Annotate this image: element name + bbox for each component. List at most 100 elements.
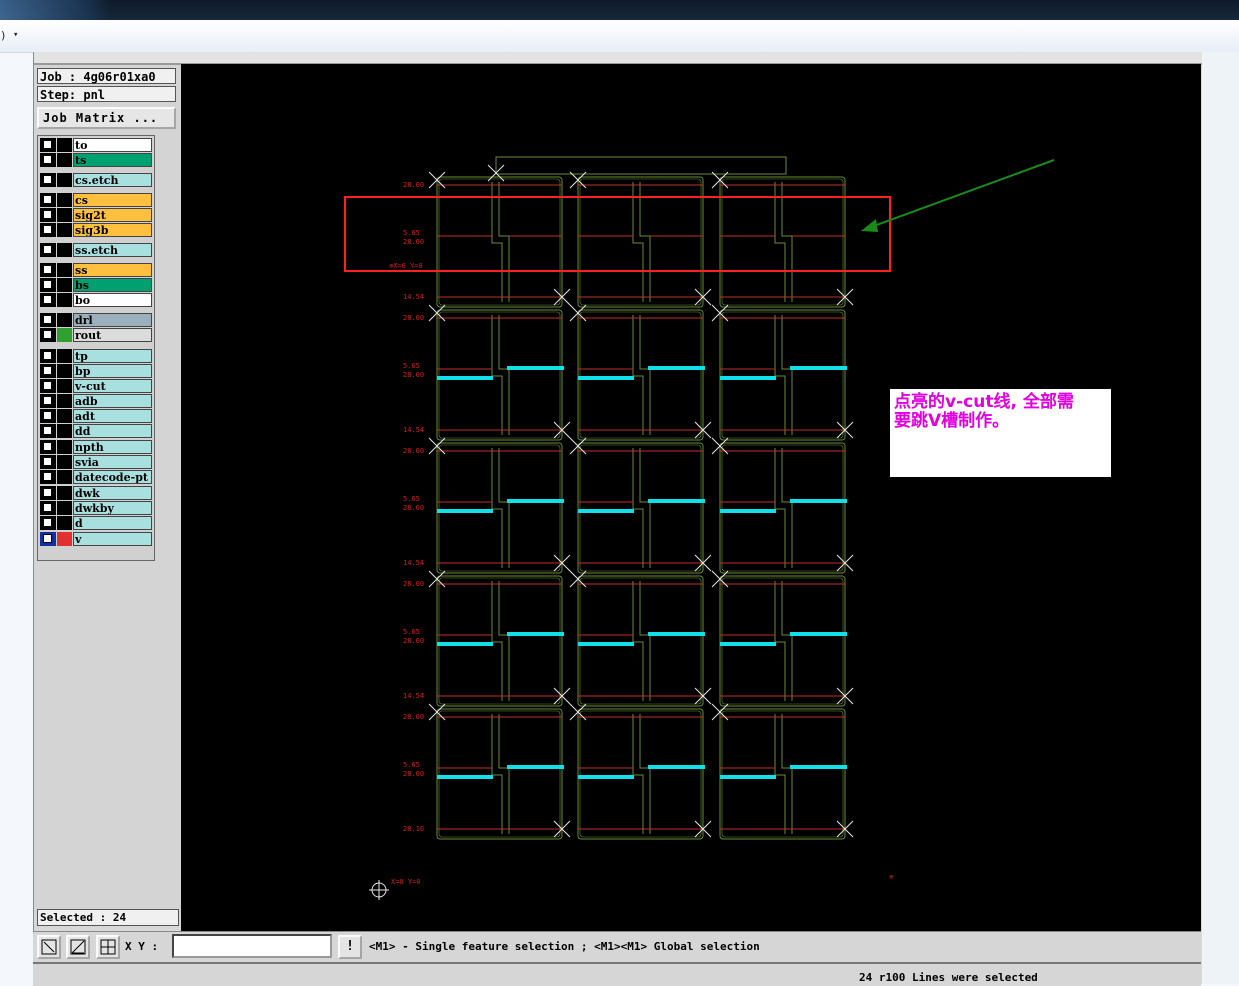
layer-checkbox[interactable] bbox=[43, 426, 52, 435]
layer-row-npth[interactable]: npth bbox=[40, 440, 152, 454]
layer-row-dd[interactable]: dd bbox=[40, 424, 152, 438]
layer-checkbox[interactable] bbox=[43, 280, 52, 289]
layer-checkbox[interactable] bbox=[43, 472, 52, 481]
layer-name[interactable]: v bbox=[73, 532, 152, 546]
layer-row-drl[interactable]: drl bbox=[40, 313, 152, 327]
layer-row-sig2t[interactable]: sig2t bbox=[40, 208, 152, 222]
layer-name[interactable]: cs bbox=[73, 193, 152, 207]
measure-button[interactable] bbox=[66, 935, 90, 959]
layer-row-adt[interactable]: adt bbox=[40, 409, 152, 423]
layer-name[interactable]: ts bbox=[73, 153, 152, 167]
layer-name[interactable]: dwkby bbox=[73, 501, 152, 515]
layer-name[interactable]: d bbox=[73, 516, 152, 530]
layer-affected-flag[interactable] bbox=[57, 516, 72, 530]
layer-checkbox[interactable] bbox=[43, 381, 52, 390]
layer-row-ss.etch[interactable]: ss.etch bbox=[40, 243, 152, 257]
layer-affected-flag[interactable] bbox=[57, 424, 72, 438]
grid-button[interactable] bbox=[96, 935, 120, 959]
layer-affected-flag[interactable] bbox=[57, 532, 72, 546]
layer-checkbox[interactable] bbox=[43, 295, 52, 304]
layer-affected-flag[interactable] bbox=[57, 263, 72, 277]
layer-row-bo[interactable]: bo bbox=[40, 293, 152, 307]
layer-affected-flag[interactable] bbox=[57, 409, 72, 423]
layer-name[interactable]: sig2t bbox=[73, 208, 152, 222]
menu-dropdown-icon[interactable]: ▾ bbox=[13, 30, 18, 40]
layer-affected-flag[interactable] bbox=[57, 293, 72, 307]
layer-checkbox[interactable] bbox=[43, 330, 52, 339]
layer-affected-flag[interactable] bbox=[57, 349, 72, 363]
layer-affected-flag[interactable] bbox=[57, 173, 72, 187]
layer-affected-flag[interactable] bbox=[57, 313, 72, 327]
layer-affected-flag[interactable] bbox=[57, 193, 72, 207]
layer-name[interactable]: sig3b bbox=[73, 223, 152, 237]
layer-row-to[interactable]: to bbox=[40, 138, 152, 152]
menu-fragment[interactable]: ) bbox=[0, 29, 7, 42]
layer-name[interactable]: rout bbox=[73, 328, 152, 342]
layer-affected-flag[interactable] bbox=[57, 223, 72, 237]
layer-name[interactable]: datecode-pt bbox=[73, 470, 152, 484]
layer-name[interactable]: bs bbox=[73, 278, 152, 292]
layer-affected-flag[interactable] bbox=[57, 208, 72, 222]
layer-row-sig3b[interactable]: sig3b bbox=[40, 223, 152, 237]
layer-affected-flag[interactable] bbox=[57, 278, 72, 292]
layer-checkbox[interactable] bbox=[43, 225, 52, 234]
layer-name[interactable]: to bbox=[73, 138, 152, 152]
graphic-canvas[interactable]: 28.60 5.65 28.60 14.54 28.60 5.65 28.60 14.54 28… bbox=[181, 64, 1201, 931]
layer-row-datecode-pt[interactable]: datecode-pt bbox=[40, 470, 152, 484]
board-drawing[interactable]: 28.605.6528.6014.5428.605.6528.6014.5428… bbox=[181, 64, 1201, 931]
layer-name[interactable]: adt bbox=[73, 409, 152, 423]
layer-checkbox[interactable] bbox=[43, 534, 52, 543]
layer-name[interactable]: bo bbox=[73, 293, 152, 307]
layer-checkbox[interactable] bbox=[43, 351, 52, 360]
layer-name[interactable]: dd bbox=[73, 424, 152, 438]
layer-row-adb[interactable]: adb bbox=[40, 394, 152, 408]
layer-checkbox[interactable] bbox=[43, 366, 52, 375]
xy-input[interactable] bbox=[172, 934, 332, 958]
layer-affected-flag[interactable] bbox=[57, 501, 72, 515]
layer-checkbox[interactable] bbox=[43, 245, 52, 254]
layer-row-dwk[interactable]: dwk bbox=[40, 486, 152, 500]
layer-name[interactable]: adb bbox=[73, 394, 152, 408]
layer-name[interactable]: v-cut bbox=[73, 379, 152, 393]
layer-checkbox[interactable] bbox=[43, 488, 52, 497]
layer-name[interactable]: cs.etch bbox=[73, 173, 152, 187]
layer-row-ts[interactable]: ts bbox=[40, 153, 152, 167]
layer-row-rout[interactable]: rout bbox=[40, 328, 152, 342]
layer-affected-flag[interactable] bbox=[57, 364, 72, 378]
layer-checkbox[interactable] bbox=[43, 155, 52, 164]
layer-checkbox[interactable] bbox=[43, 315, 52, 324]
layer-affected-flag[interactable] bbox=[57, 379, 72, 393]
layer-affected-flag[interactable] bbox=[57, 328, 72, 342]
job-matrix-button[interactable]: Job Matrix ... bbox=[37, 107, 176, 129]
alert-button[interactable]: ! bbox=[338, 935, 362, 959]
layer-checkbox[interactable] bbox=[43, 210, 52, 219]
layer-row-bs[interactable]: bs bbox=[40, 278, 152, 292]
layer-checkbox[interactable] bbox=[43, 442, 52, 451]
layer-checkbox[interactable] bbox=[43, 518, 52, 527]
layer-name[interactable]: ss.etch bbox=[73, 243, 152, 257]
layer-name[interactable]: tp bbox=[73, 349, 152, 363]
zoom-fit-button[interactable] bbox=[37, 935, 61, 959]
layer-row-cs[interactable]: cs bbox=[40, 193, 152, 207]
layer-affected-flag[interactable] bbox=[57, 455, 72, 469]
layer-name[interactable]: ss bbox=[73, 263, 152, 277]
layer-checkbox[interactable] bbox=[43, 411, 52, 420]
layer-row-dwkby[interactable]: dwkby bbox=[40, 501, 152, 515]
layer-name[interactable]: svia bbox=[73, 455, 152, 469]
layer-name[interactable]: bp bbox=[73, 364, 152, 378]
layer-name[interactable]: npth bbox=[73, 440, 152, 454]
layer-row-tp[interactable]: tp bbox=[40, 349, 152, 363]
layer-row-svia[interactable]: svia bbox=[40, 455, 152, 469]
layer-checkbox[interactable] bbox=[43, 457, 52, 466]
layer-affected-flag[interactable] bbox=[57, 243, 72, 257]
layer-checkbox[interactable] bbox=[43, 265, 52, 274]
layer-checkbox[interactable] bbox=[43, 140, 52, 149]
layer-row-ss[interactable]: ss bbox=[40, 263, 152, 277]
layer-affected-flag[interactable] bbox=[57, 470, 72, 484]
layer-affected-flag[interactable] bbox=[57, 138, 72, 152]
layer-row-d[interactable]: d bbox=[40, 516, 152, 530]
layer-checkbox[interactable] bbox=[43, 503, 52, 512]
layer-row-v[interactable]: v bbox=[40, 532, 152, 546]
layer-row-v-cut[interactable]: v-cut bbox=[40, 379, 152, 393]
layer-affected-flag[interactable] bbox=[57, 394, 72, 408]
